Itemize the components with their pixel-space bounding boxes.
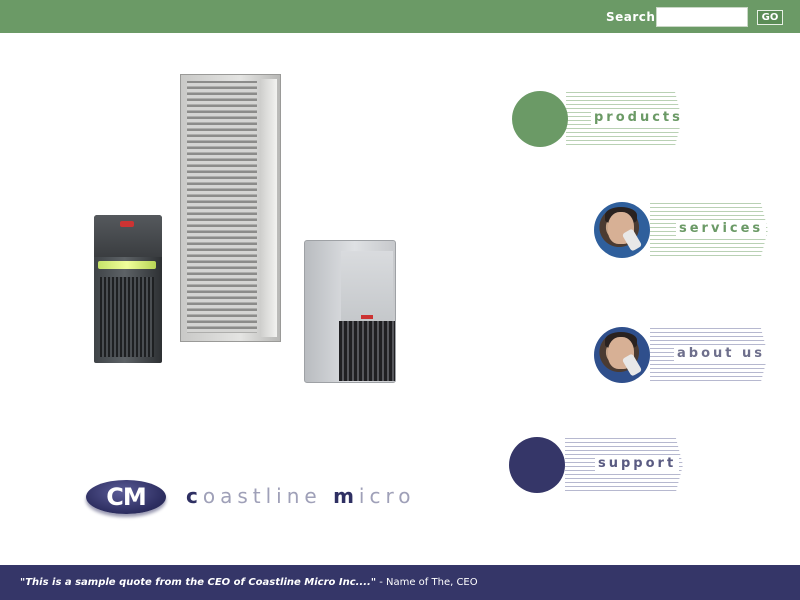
nav-about-button[interactable]: about us bbox=[594, 326, 768, 384]
server-rack-image bbox=[180, 74, 281, 342]
ceo-quote: "This is a sample quote from the CEO of … bbox=[20, 577, 478, 588]
company-logo[interactable]: CM coastline micro bbox=[86, 478, 411, 518]
logo-word2-rest: icro bbox=[358, 484, 416, 508]
nav-support-button[interactable]: support bbox=[509, 436, 683, 494]
logo-mark: CM bbox=[106, 483, 147, 511]
nav-about-label: about us bbox=[674, 346, 768, 361]
logo-word1-rest: oastline bbox=[202, 484, 322, 508]
cm-logo-icon: CM bbox=[86, 480, 166, 514]
logo-word1-initial: c bbox=[186, 484, 203, 508]
nav-products-button[interactable]: products bbox=[512, 90, 686, 148]
person-phone-photo-icon bbox=[594, 327, 650, 383]
quote-attribution: - Name of The, CEO bbox=[376, 577, 478, 588]
quote-text: "This is a sample quote from the CEO of … bbox=[20, 577, 377, 588]
go-button[interactable]: GO bbox=[757, 10, 783, 25]
server-small-image bbox=[94, 215, 162, 363]
navy-circle-icon bbox=[509, 437, 565, 493]
nav-support-label: support bbox=[595, 456, 680, 471]
logo-wordmark: coastline micro bbox=[186, 484, 416, 508]
person-phone-photo-icon bbox=[594, 202, 650, 258]
logo-word2-initial: m bbox=[333, 484, 359, 508]
nav-products-label: products bbox=[591, 110, 686, 125]
page: Search GO products services about us sup… bbox=[0, 0, 800, 600]
nav-services-label: services bbox=[676, 221, 767, 236]
server-tower-image bbox=[304, 240, 396, 383]
green-circle-icon bbox=[512, 91, 568, 147]
top-bar: Search GO bbox=[0, 0, 800, 33]
search-input[interactable] bbox=[656, 7, 748, 27]
footer-bar: "This is a sample quote from the CEO of … bbox=[0, 565, 800, 600]
search-label: Search bbox=[606, 10, 656, 24]
nav-services-button[interactable]: services bbox=[594, 201, 768, 259]
